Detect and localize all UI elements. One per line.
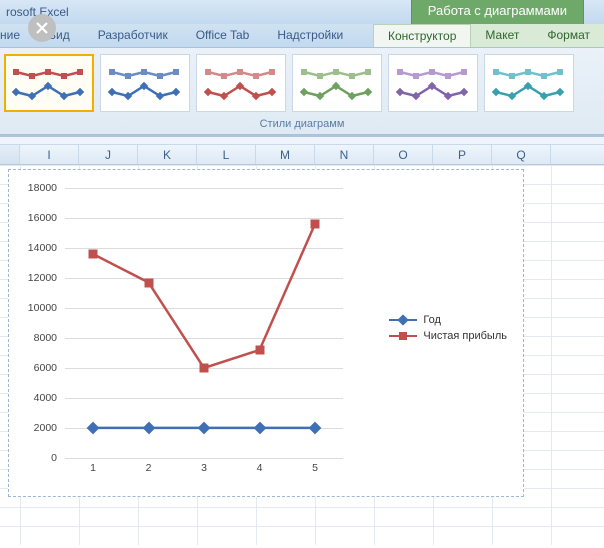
chart-plot-area: 0 2000 4000 6000 8000 10000 12000 14000 16000 180… bbox=[21, 182, 511, 484]
y-tick-label: 8000 bbox=[34, 332, 57, 344]
formula-bar-gap bbox=[0, 137, 604, 145]
ribbon-group-label: Стили диаграмм bbox=[4, 112, 600, 134]
column-hdr-J[interactable]: J bbox=[79, 145, 138, 164]
y-tick-label: 18000 bbox=[28, 182, 57, 194]
ribbon: Стили диаграмм bbox=[0, 48, 604, 135]
x-tick-label: 5 bbox=[312, 462, 318, 474]
ribbon-tabs: ние Вид Разработчик Office Tab Надстройк… bbox=[0, 24, 604, 48]
close-icon[interactable] bbox=[28, 14, 56, 42]
data-point[interactable] bbox=[89, 250, 98, 259]
y-tick-label: 12000 bbox=[28, 272, 57, 284]
x-tick-label: 3 bbox=[201, 462, 207, 474]
tab-constructor[interactable]: Конструктор bbox=[373, 24, 471, 47]
data-point[interactable] bbox=[144, 278, 153, 287]
legend-item-1[interactable]: Год bbox=[389, 314, 507, 326]
chart-style-option-4[interactable] bbox=[292, 54, 382, 112]
column-hdr-O[interactable]: O bbox=[374, 145, 433, 164]
y-axis: 0200040006000800010000120001400016000180… bbox=[21, 188, 63, 458]
y-tick-label: 16000 bbox=[28, 212, 57, 224]
x-tick-label: 1 bbox=[90, 462, 96, 474]
data-point[interactable] bbox=[255, 346, 264, 355]
y-tick-label: 6000 bbox=[34, 362, 57, 374]
column-hdr-N[interactable]: N bbox=[315, 145, 374, 164]
chart-style-option-5[interactable] bbox=[388, 54, 478, 112]
column-hdr-L[interactable]: L bbox=[197, 145, 256, 164]
y-tick-label: 2000 bbox=[34, 422, 57, 434]
chart-style-option-6[interactable] bbox=[484, 54, 574, 112]
y-tick-label: 0 bbox=[51, 452, 57, 464]
legend[interactable]: Год Чистая прибыль bbox=[389, 310, 507, 346]
tab-developer[interactable]: Разработчик bbox=[84, 24, 182, 47]
chart-style-option-2[interactable] bbox=[100, 54, 190, 112]
x-tick-label: 4 bbox=[257, 462, 263, 474]
x-tick-label: 2 bbox=[146, 462, 152, 474]
legend-item-2[interactable]: Чистая прибыль bbox=[389, 330, 507, 342]
context-tools-title: Работа с диаграммами bbox=[411, 0, 584, 24]
column-hdr-partial[interactable] bbox=[0, 145, 20, 164]
chart-styles-gallery bbox=[4, 54, 600, 112]
tab-format[interactable]: Формат bbox=[533, 24, 604, 47]
column-hdr-I[interactable]: I bbox=[20, 145, 79, 164]
column-hdr-Q[interactable]: Q bbox=[492, 145, 551, 164]
data-point[interactable] bbox=[200, 364, 209, 373]
legend-label-1: Год bbox=[423, 314, 441, 326]
title-bar: rosoft Excel Работа с диаграммами bbox=[0, 0, 604, 24]
y-tick-label: 10000 bbox=[28, 302, 57, 314]
chart-style-option-3[interactable] bbox=[196, 54, 286, 112]
tab-addins[interactable]: Надстройки bbox=[263, 24, 357, 47]
y-tick-label: 14000 bbox=[28, 242, 57, 254]
legend-label-2: Чистая прибыль bbox=[423, 330, 507, 342]
chart-style-option-1[interactable] bbox=[4, 54, 94, 112]
tab-layout[interactable]: Макет bbox=[471, 24, 533, 47]
worksheet-area[interactable]: 0 2000 4000 6000 8000 10000 12000 14000 16000 180… bbox=[0, 165, 604, 545]
y-tick-label: 4000 bbox=[34, 392, 57, 404]
tab-office-tab[interactable]: Office Tab bbox=[182, 24, 264, 47]
column-hdr-M[interactable]: M bbox=[256, 145, 315, 164]
column-hdr-P[interactable]: P bbox=[433, 145, 492, 164]
data-point[interactable] bbox=[311, 220, 320, 229]
embedded-chart[interactable]: 0 2000 4000 6000 8000 10000 12000 14000 16000 180… bbox=[8, 169, 524, 497]
column-headers: I J K L M N O P Q bbox=[0, 145, 604, 165]
plot-region bbox=[65, 188, 343, 458]
column-hdr-K[interactable]: K bbox=[138, 145, 197, 164]
